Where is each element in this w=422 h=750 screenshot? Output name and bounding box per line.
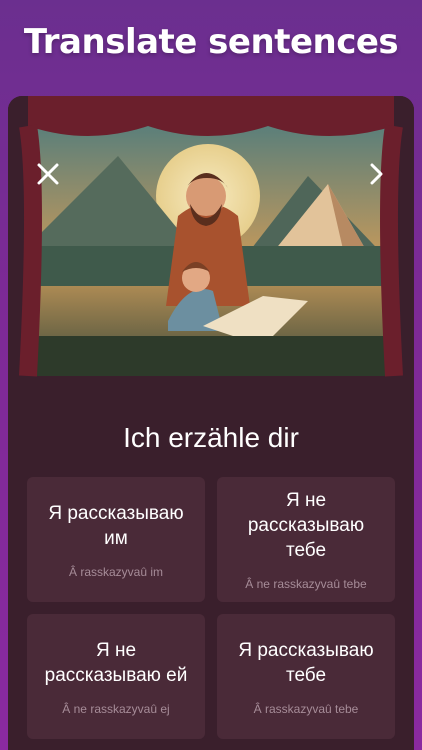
exercise-card: Ich erzähle dir Я рассказываю им Â rassk… (8, 96, 414, 750)
option-text: Я не рассказываю ей (44, 639, 188, 686)
option-transliteration: Â ne rasskazyvaû ej (62, 701, 170, 716)
close-button[interactable] (30, 156, 66, 192)
close-icon (37, 163, 59, 185)
option-transliteration: Â rasskazyvaû tebe (253, 701, 359, 716)
option-text: Я не рассказываю тебе (247, 490, 365, 561)
answer-option[interactable]: Я рассказываю тебе Â rasskazyvaû tebe (217, 614, 395, 739)
answer-option[interactable]: Я рассказываю им Â rasskazyvaû im (27, 477, 205, 602)
chevron-right-icon (370, 163, 383, 185)
option-transliteration: Â rasskazyvaû im (68, 564, 164, 579)
answer-option[interactable]: Я не рассказываю тебе Â ne rasskazyvaû t… (217, 477, 395, 602)
page-title: Translate sentences (23, 22, 399, 62)
option-text: Я рассказываю им (48, 502, 184, 549)
answer-option[interactable]: Я не рассказываю ей Â ne rasskazyvaû ej (27, 614, 205, 739)
story-illustration (8, 96, 414, 396)
sentence-prompt: Ich erzähle dir (123, 422, 299, 453)
next-button[interactable] (358, 156, 394, 192)
option-transliteration: Â ne rasskazyvaû tebe (245, 577, 367, 591)
option-text: Я рассказываю тебе (238, 639, 374, 686)
